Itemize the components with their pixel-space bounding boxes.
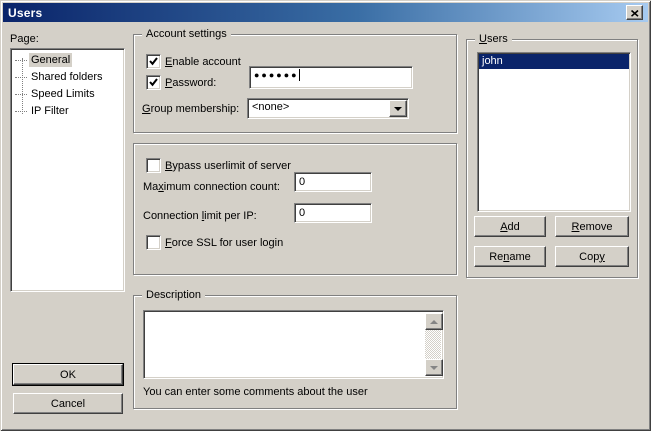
page-item-label: Shared folders <box>29 70 105 84</box>
password-masked-value: ●●●●●● <box>254 70 299 80</box>
connection-settings-group: Bypass userlimit of server Maximum conne… <box>133 143 457 275</box>
ok-button[interactable]: OK <box>13 364 123 385</box>
account-settings-group: Account settings Enable account Password… <box>133 34 457 133</box>
group-membership-label: Group membership: <box>142 103 239 116</box>
enable-account-checkbox[interactable] <box>146 54 161 69</box>
add-user-button[interactable]: Add <box>474 216 546 237</box>
dropdown-button[interactable] <box>389 100 407 117</box>
page-item-general[interactable]: General <box>15 52 72 68</box>
rename-user-button[interactable]: Rename <box>474 246 546 267</box>
arrow-up-icon <box>430 320 438 324</box>
page-list[interactable]: General Shared folders Speed Limits IP F… <box>10 48 125 292</box>
page-item-speed-limits[interactable]: Speed Limits <box>15 86 97 102</box>
group-membership-value: <none> <box>252 101 289 114</box>
user-list-item-selected[interactable]: john <box>479 54 629 69</box>
page-item-label: Speed Limits <box>29 87 97 101</box>
description-group: Description You can enter some comments … <box>133 295 457 409</box>
user-name: john <box>482 55 503 68</box>
rename-user-label: Rename <box>489 251 531 263</box>
description-hint: You can enter some comments about the us… <box>143 386 368 399</box>
title-bar[interactable]: Users <box>3 3 648 22</box>
password-label: Password: <box>165 77 216 90</box>
page-item-label: IP Filter <box>29 104 71 118</box>
tree-dash-icon <box>15 111 27 112</box>
description-scrollbar[interactable] <box>425 313 441 376</box>
remove-user-button[interactable]: Remove <box>555 216 629 237</box>
tree-dash-icon <box>15 94 27 95</box>
bypass-userlimit-checkbox[interactable] <box>146 158 161 173</box>
enable-account-label: Enable account <box>165 56 241 69</box>
tree-dash-icon <box>15 77 27 78</box>
users-list[interactable]: john <box>477 52 631 212</box>
chevron-down-icon <box>394 107 402 111</box>
arrow-down-icon <box>430 366 438 370</box>
copy-user-button[interactable]: Copy <box>555 246 629 267</box>
connection-limit-per-ip-field[interactable] <box>294 203 372 223</box>
text-caret <box>299 69 300 81</box>
ok-label: OK <box>60 369 76 381</box>
description-textarea[interactable] <box>143 310 444 379</box>
maximum-connection-count-field[interactable] <box>294 172 372 192</box>
users-group: Users john Add Remove Rename Copy <box>466 39 638 278</box>
page-item-label: General <box>29 53 72 67</box>
cancel-button[interactable]: Cancel <box>13 393 123 414</box>
page-item-ip-filter[interactable]: IP Filter <box>15 103 71 119</box>
add-user-label: Add <box>500 221 520 233</box>
users-group-title: Users <box>475 33 512 46</box>
tree-dash-icon <box>15 60 27 61</box>
close-icon <box>631 5 639 20</box>
description-group-title: Description <box>142 289 205 302</box>
password-checkbox[interactable] <box>146 75 161 90</box>
users-dialog: Users Page: General Shared folders Speed… <box>0 0 651 431</box>
force-ssl-label: Force SSL for user login <box>165 237 283 250</box>
window-title: Users <box>8 6 42 20</box>
scroll-down-button[interactable] <box>425 359 443 376</box>
checkmark-icon <box>149 78 158 87</box>
group-membership-select[interactable]: <none> <box>247 98 409 119</box>
bypass-userlimit-label: Bypass userlimit of server <box>165 160 291 173</box>
page-label: Page: <box>10 33 39 46</box>
copy-user-label: Copy <box>579 251 605 263</box>
password-field[interactable]: ●●●●●● <box>249 66 413 89</box>
cancel-label: Cancel <box>51 398 85 410</box>
remove-user-label: Remove <box>572 221 613 233</box>
checkmark-icon <box>149 57 158 66</box>
scroll-up-button[interactable] <box>425 313 443 330</box>
maximum-connection-count-label: Maximum connection count: <box>143 181 280 194</box>
connection-limit-per-ip-label: Connection limit per IP: <box>143 210 257 223</box>
close-button[interactable] <box>626 5 643 20</box>
account-settings-group-title: Account settings <box>142 28 231 41</box>
force-ssl-checkbox[interactable] <box>146 235 161 250</box>
page-item-shared-folders[interactable]: Shared folders <box>15 69 105 85</box>
